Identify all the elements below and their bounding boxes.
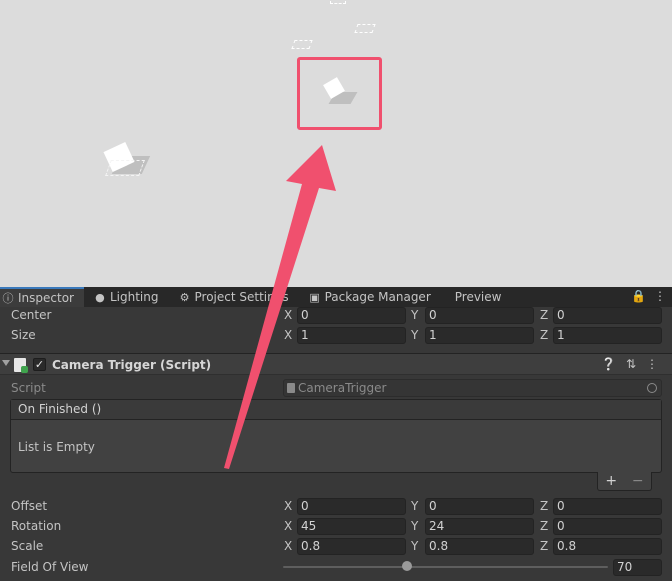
gizmo-outline <box>105 160 145 176</box>
event-list-footer: + − <box>597 472 652 491</box>
kebab-menu-icon[interactable]: ⋮ <box>654 289 666 303</box>
axis-z-label: Z <box>540 308 549 322</box>
axis-x-label: X <box>284 308 293 322</box>
field-of-view-label: Field Of View <box>11 560 89 574</box>
camera-trigger-component-header[interactable]: ✓ Camera Trigger (Script) ❔ ⇅ ⋮ <box>0 353 672 375</box>
axis-y-label: Y <box>411 308 419 322</box>
size-row: Size X 1 Y 1 Z 1 <box>0 325 672 345</box>
tab-preview[interactable]: Preview <box>441 287 512 307</box>
script-label: Script <box>11 381 46 395</box>
package-icon: ▣ <box>309 290 320 304</box>
bulb-icon: ● <box>95 290 105 304</box>
on-finished-event-list: On Finished () List is Empty <box>10 399 662 473</box>
axis-z-label: Z <box>540 328 549 342</box>
gear-icon: ⚙ <box>179 290 190 304</box>
offset-x-field[interactable]: 0 <box>297 497 406 515</box>
axis-z-label: Z <box>540 539 549 553</box>
offset-z-field[interactable]: 0 <box>553 497 662 515</box>
rotation-y-field[interactable]: 24 <box>425 517 534 535</box>
scale-z-field[interactable]: 0.8 <box>553 537 662 555</box>
tab-lighting[interactable]: ● Lighting <box>84 287 169 307</box>
tab-label: Package Manager <box>324 290 431 304</box>
axis-z-label: Z <box>540 519 549 533</box>
component-header-icons: ❔ ⇅ ⋮ <box>601 357 658 371</box>
rotation-x-field[interactable]: 45 <box>297 517 406 535</box>
axis-x-label: X <box>284 519 293 533</box>
center-y-field[interactable]: 0 <box>425 306 534 324</box>
scale-x-field[interactable]: 0.8 <box>297 537 406 555</box>
tab-label: Lighting <box>109 290 159 304</box>
gizmo-outline <box>291 40 313 49</box>
kebab-menu-icon[interactable]: ⋮ <box>646 357 658 371</box>
rotation-label: Rotation <box>11 519 62 533</box>
size-label: Size <box>11 328 36 342</box>
rotation-z-field[interactable]: 0 <box>553 517 662 535</box>
gizmo-outline <box>354 24 376 33</box>
field-of-view-slider-track[interactable] <box>283 566 608 568</box>
script-file-icon <box>287 383 295 393</box>
tab-label: Inspector <box>18 291 74 305</box>
center-x-field[interactable]: 0 <box>297 306 406 324</box>
axis-x-label: X <box>284 499 293 513</box>
script-reference-field: CameraTrigger <box>283 379 662 397</box>
axis-y-label: Y <box>411 328 419 342</box>
editor-tab-bar: ⓘ Inspector ● Lighting ⚙ Project Setting… <box>0 287 672 307</box>
rotation-row: Rotation X 45 Y 24 Z 0 <box>0 516 672 536</box>
center-row: Center X 0 Y 0 Z 0 <box>0 305 672 325</box>
scene-view[interactable] <box>0 0 672 287</box>
presets-icon[interactable]: ⇅ <box>626 357 636 371</box>
event-title: On Finished () <box>11 400 661 420</box>
center-label: Center <box>11 308 52 322</box>
tab-label: Project Settings <box>194 290 289 304</box>
axis-y-label: Y <box>411 519 419 533</box>
script-name: CameraTrigger <box>298 381 387 395</box>
foldout-arrow-icon[interactable] <box>2 360 10 366</box>
object-picker-icon[interactable] <box>647 383 657 393</box>
tab-label: Preview <box>454 290 502 304</box>
script-icon <box>14 358 28 373</box>
lock-icon[interactable]: 🔒 <box>631 289 646 303</box>
event-empty-text: List is Empty <box>18 440 95 454</box>
selection-highlight-box <box>297 57 382 130</box>
tab-inspector[interactable]: ⓘ Inspector <box>0 287 84 307</box>
component-title: Camera Trigger (Script) <box>52 358 212 372</box>
axis-z-label: Z <box>540 499 549 513</box>
remove-listener-button[interactable]: − <box>632 473 644 489</box>
scale-y-field[interactable]: 0.8 <box>425 537 534 555</box>
center-z-field[interactable]: 0 <box>553 306 662 324</box>
tab-project-settings[interactable]: ⚙ Project Settings <box>169 287 299 307</box>
gizmo-outline <box>330 0 346 4</box>
info-icon: ⓘ <box>2 292 14 305</box>
size-x-field[interactable]: 1 <box>297 326 406 344</box>
scale-row: Scale X 0.8 Y 0.8 Z 0.8 <box>0 536 672 556</box>
component-enabled-checkbox[interactable]: ✓ <box>33 358 46 371</box>
offset-label: Offset <box>11 499 48 513</box>
help-icon[interactable]: ❔ <box>601 357 616 371</box>
offset-row: Offset X 0 Y 0 Z 0 <box>0 496 672 516</box>
tab-package-manager[interactable]: ▣ Package Manager <box>299 287 441 307</box>
size-y-field[interactable]: 1 <box>425 326 534 344</box>
axis-x-label: X <box>284 539 293 553</box>
axis-y-label: Y <box>411 539 419 553</box>
offset-y-field[interactable]: 0 <box>425 497 534 515</box>
field-of-view-value-field[interactable]: 70 <box>613 559 662 576</box>
tab-bar-controls: 🔒 ⋮ <box>631 289 666 303</box>
add-listener-button[interactable]: + <box>605 473 617 489</box>
scale-label: Scale <box>11 539 44 553</box>
axis-y-label: Y <box>411 499 419 513</box>
size-z-field[interactable]: 1 <box>553 326 662 344</box>
field-of-view-slider-knob[interactable] <box>401 561 412 571</box>
axis-x-label: X <box>284 328 293 342</box>
